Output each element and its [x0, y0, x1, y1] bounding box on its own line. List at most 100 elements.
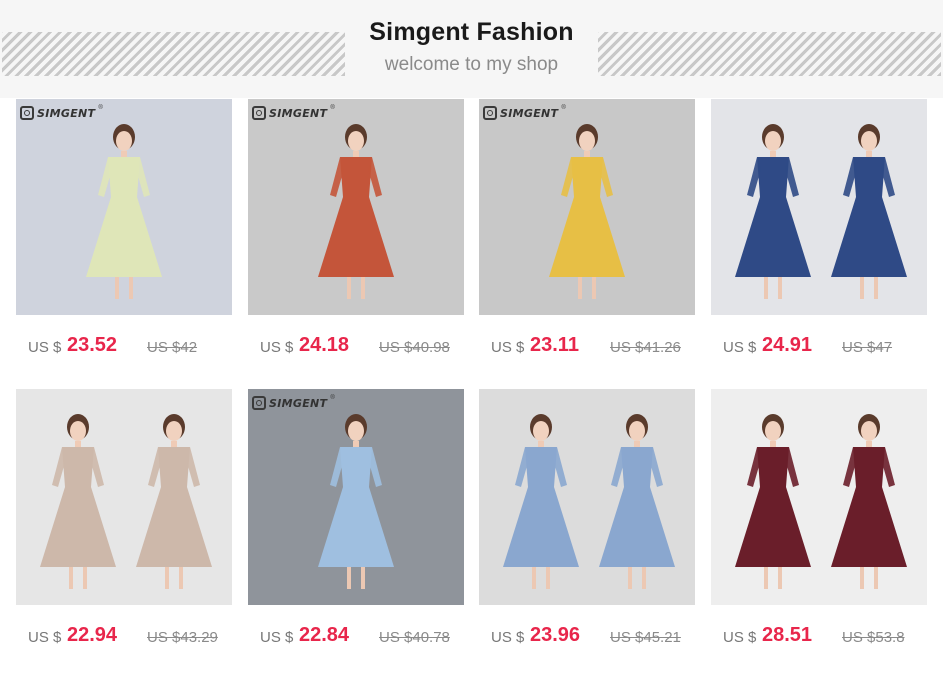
- original-price: US $43.29: [147, 629, 218, 646]
- price-row: US $ 24.91 US $47: [711, 315, 927, 375]
- currency-label: US $: [28, 629, 62, 646]
- original-price: US $45.21: [610, 629, 681, 646]
- sale-price: 22.94: [67, 624, 118, 646]
- model-face: [348, 131, 364, 151]
- brand-logo: SIMGENT ®: [20, 105, 103, 121]
- model-leg: [874, 277, 878, 299]
- original-price: US $40.98: [379, 339, 450, 356]
- registered-mark: ®: [98, 105, 103, 111]
- model-leg: [115, 277, 119, 299]
- brand-logo-text: SIMGENT: [269, 396, 328, 410]
- photo-background: [711, 389, 927, 605]
- price-row: US $ 23.96 US $45.21: [479, 605, 695, 665]
- product-image[interactable]: SIMGENT ®: [248, 99, 464, 315]
- brand-logo-icon: [252, 396, 266, 410]
- product-photo: [248, 389, 464, 605]
- product-card[interactable]: US $ 23.96 US $45.21: [479, 389, 695, 665]
- model-face: [348, 421, 364, 441]
- model-face: [765, 131, 781, 151]
- model-leg: [347, 277, 351, 299]
- model-leg: [592, 277, 596, 299]
- currency-label: US $: [723, 339, 757, 356]
- model-face: [70, 421, 86, 441]
- price-row: US $ 22.94 US $43.29: [16, 605, 232, 665]
- original-price: US $53.8: [842, 629, 905, 646]
- price-row: US $ 22.84 US $40.78: [248, 605, 464, 665]
- model-face: [861, 131, 877, 151]
- product-photo: [479, 99, 695, 315]
- price-row: US $ 23.52 US $42: [16, 315, 232, 375]
- product-card[interactable]: SIMGENT ® US $ 23.52 US $42: [16, 99, 232, 375]
- model-leg: [860, 277, 864, 299]
- model-leg: [532, 567, 536, 589]
- original-price: US $40.78: [379, 629, 450, 646]
- model-leg: [860, 567, 864, 589]
- model-face: [166, 421, 182, 441]
- model-leg: [69, 567, 73, 589]
- product-card[interactable]: US $ 28.51 US $53.8: [711, 389, 927, 665]
- model-face: [861, 421, 877, 441]
- sale-price: 23.52: [67, 334, 118, 356]
- model-leg: [578, 277, 582, 299]
- currency-label: US $: [723, 629, 757, 646]
- sale-price: 24.18: [299, 334, 350, 356]
- product-photo: [16, 99, 232, 315]
- brand-logo-text: SIMGENT: [500, 106, 559, 120]
- model-face: [765, 421, 781, 441]
- product-photo: [248, 99, 464, 315]
- model-leg: [179, 567, 183, 589]
- product-card[interactable]: SIMGENT ® US $ 22.84 US $40.78: [248, 389, 464, 665]
- product-photo: [479, 389, 695, 605]
- currency-label: US $: [28, 339, 62, 356]
- brand-logo-icon: [252, 106, 266, 120]
- photo-background: [16, 389, 232, 605]
- sale-price: 24.91: [762, 334, 813, 356]
- product-image[interactable]: [711, 389, 927, 605]
- brand-logo: SIMGENT ®: [483, 105, 566, 121]
- shop-subtitle: welcome to my shop: [384, 54, 559, 75]
- original-price: US $47: [842, 339, 893, 356]
- model-leg: [874, 567, 878, 589]
- product-card[interactable]: SIMGENT ® US $ 24.18 US $40.98: [248, 99, 464, 375]
- registered-mark: ®: [330, 395, 335, 401]
- model-leg: [778, 277, 782, 299]
- brand-logo: SIMGENT ®: [252, 395, 335, 411]
- model-leg: [83, 567, 87, 589]
- price-row: US $ 23.11 US $41.26: [479, 315, 695, 375]
- product-image[interactable]: SIMGENT ®: [248, 389, 464, 605]
- model-leg: [129, 277, 133, 299]
- currency-label: US $: [260, 339, 294, 356]
- model-face: [579, 131, 595, 151]
- product-card[interactable]: US $ 24.91 US $47: [711, 99, 927, 375]
- product-image[interactable]: [16, 389, 232, 605]
- original-price: US $41.26: [610, 339, 681, 356]
- model-leg: [361, 567, 365, 589]
- model-leg: [165, 567, 169, 589]
- brand-logo-text: SIMGENT: [37, 106, 96, 120]
- brand-logo: SIMGENT ®: [252, 105, 335, 121]
- model-face: [533, 421, 549, 441]
- product-image[interactable]: [711, 99, 927, 315]
- product-card[interactable]: SIMGENT ® US $ 23.11 US $41.26: [479, 99, 695, 375]
- model-face: [629, 421, 645, 441]
- currency-label: US $: [491, 339, 525, 356]
- sale-price: 23.96: [530, 624, 581, 646]
- product-image[interactable]: [479, 389, 695, 605]
- currency-label: US $: [260, 629, 294, 646]
- model-face: [116, 131, 132, 151]
- brand-logo-text: SIMGENT: [269, 106, 328, 120]
- product-image[interactable]: SIMGENT ®: [479, 99, 695, 315]
- sale-price: 28.51: [762, 624, 813, 646]
- model-leg: [764, 567, 768, 589]
- shop-title: Simgent Fashion: [369, 18, 574, 46]
- product-photo: [711, 99, 927, 315]
- product-image[interactable]: SIMGENT ®: [16, 99, 232, 315]
- shop-header: Simgent Fashion welcome to my shop: [0, 0, 943, 98]
- currency-label: US $: [491, 629, 525, 646]
- model-leg: [628, 567, 632, 589]
- photo-background: [711, 99, 927, 315]
- model-leg: [546, 567, 550, 589]
- product-card[interactable]: US $ 22.94 US $43.29: [16, 389, 232, 665]
- model-leg: [764, 277, 768, 299]
- product-photo: [711, 389, 927, 605]
